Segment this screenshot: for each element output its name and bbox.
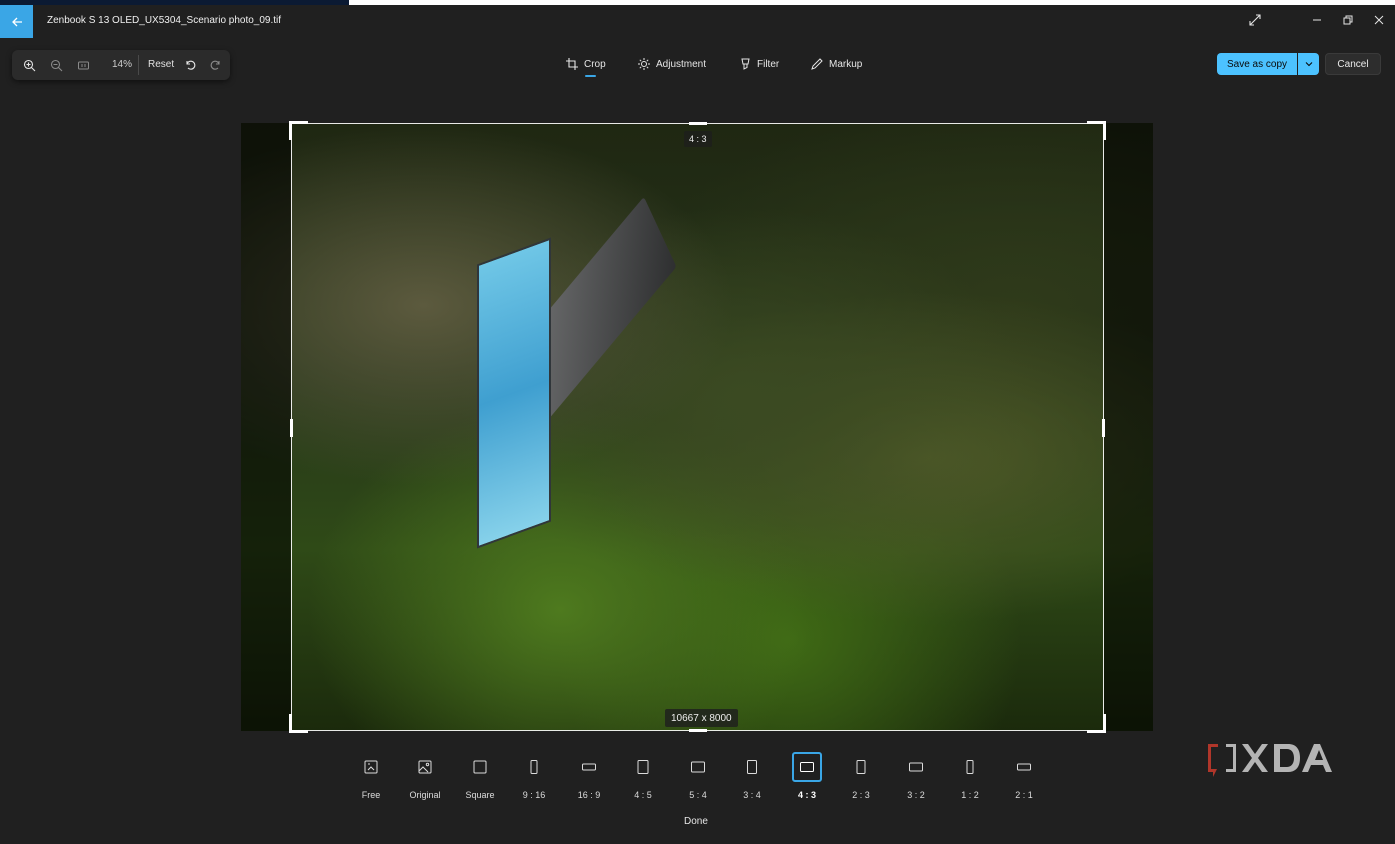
ratio-label: 16 : 9 [577,790,601,800]
tab-adjustment[interactable]: Adjustment [638,58,706,70]
crop-handle-top[interactable] [689,122,707,125]
ratio-label: 3 : 2 [907,790,925,800]
ratio-4-5[interactable]: 4 : 5 [625,752,661,802]
ratio-label: 4 : 5 [634,790,652,800]
expand-icon [1249,14,1261,26]
landscape-5-4-icon [691,761,705,773]
ratio-label: Square [465,790,495,800]
restore-button[interactable] [1335,9,1361,31]
tab-adjustment-label: Adjustment [656,58,707,70]
ratio-label: 2 : 3 [852,790,870,800]
window-title: Zenbook S 13 OLED_UX5304_Scenario photo_… [47,15,282,26]
ratio-4-3[interactable]: 4 : 3 [789,752,825,802]
ratio-5-4[interactable]: 5 : 4 [680,752,716,802]
ratio-9-16[interactable]: 9 : 16 [516,752,552,802]
square-icon [473,760,487,774]
ratio-1-2[interactable]: 1 : 2 [952,752,988,802]
ratio-label: 3 : 4 [743,790,761,800]
minimize-button[interactable] [1304,9,1330,31]
back-button[interactable] [0,5,33,38]
filter-icon [741,58,750,70]
ratio-label: Free [361,790,381,800]
title-bar: Zenbook S 13 OLED_UX5304_Scenario photo_… [0,5,1395,38]
crop-icon [566,58,578,70]
ratio-2-1[interactable]: 2 : 1 [1006,752,1042,802]
save-as-copy-button[interactable]: Save as copy [1217,53,1297,75]
restore-icon [1343,15,1353,25]
tab-markup-label: Markup [829,58,863,70]
ratio-square[interactable]: Square [462,752,498,802]
tab-crop[interactable]: Crop [566,58,606,70]
pen-icon [811,58,823,70]
portrait-1-2-icon [966,760,974,774]
ratio-3-4[interactable]: 3 : 4 [734,752,770,802]
ratio-label: 4 : 3 [797,790,816,800]
ratio-label: 5 : 4 [689,790,707,800]
tab-crop-label: Crop [584,58,606,70]
portrait-9-16-icon [530,760,538,774]
tab-filter[interactable]: Filter [740,58,779,70]
tab-markup[interactable]: Markup [811,58,862,70]
free-crop-icon [364,760,378,774]
chevron-down-icon [1305,62,1312,67]
portrait-2-3-icon [856,760,866,774]
landscape-4-3-icon [800,762,814,772]
portrait-4-5-icon [637,760,649,774]
close-button[interactable] [1366,9,1392,31]
minimize-icon [1313,19,1321,21]
landscape-2-1-icon [1017,763,1031,771]
image-icon [418,760,432,774]
crop-mask-right [1104,123,1153,731]
crop-handle-top-left[interactable] [289,121,308,140]
close-icon [1374,15,1384,25]
crop-handle-left[interactable] [290,419,293,437]
save-options-dropdown[interactable] [1298,53,1319,75]
aspect-ratio-bar: Free Original Square 9 : 16 16 : 9 4 : 5… [352,752,1052,804]
done-button[interactable]: Done [684,816,708,827]
crop-mask-left [241,123,291,731]
active-tab-indicator [585,75,596,77]
ratio-free[interactable]: Free [353,752,389,802]
crop-handle-bottom[interactable] [689,729,707,732]
ratio-label: 1 : 2 [961,790,979,800]
landscape-16-9-icon [582,763,596,771]
xda-watermark-logo [1202,738,1342,782]
crop-handle-right[interactable] [1102,419,1105,437]
ratio-2-3[interactable]: 2 : 3 [843,752,879,802]
ratio-original[interactable]: Original [407,752,443,802]
landscape-3-2-icon [909,762,923,772]
crop-handle-top-right[interactable] [1087,121,1106,140]
ratio-label: 2 : 1 [1015,790,1033,800]
tab-filter-label: Filter [757,58,780,70]
editor-toolbar: 14% Reset Crop Adjustment Filter Markup … [0,38,1395,90]
ratio-label: Original [409,790,441,800]
edit-tabs: Crop Adjustment Filter Markup [0,58,1395,82]
brightness-icon [638,58,650,70]
arrow-left-icon [11,17,22,26]
cancel-button[interactable]: Cancel [1325,53,1381,75]
crop-handle-bottom-right[interactable] [1087,714,1106,733]
fullscreen-button[interactable] [1242,9,1268,31]
crop-frame[interactable] [289,121,1106,733]
portrait-3-4-icon [747,760,757,774]
ratio-3-2[interactable]: 3 : 2 [898,752,934,802]
crop-handle-bottom-left[interactable] [289,714,308,733]
crop-ratio-badge: 4 : 3 [684,131,712,147]
ratio-16-9[interactable]: 16 : 9 [571,752,607,802]
crop-size-badge: 10667 x 8000 [665,709,738,727]
ratio-label: 9 : 16 [522,790,546,800]
